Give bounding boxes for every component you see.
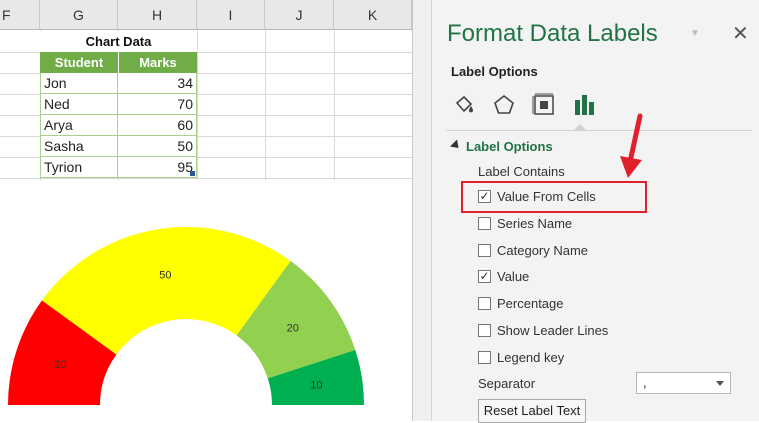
marks-cell[interactable]: 70 (118, 94, 197, 115)
size-properties-icon[interactable] (529, 90, 559, 120)
table-resize-handle[interactable] (190, 171, 195, 176)
label-contains-heading: Label Contains (478, 164, 565, 179)
table-header-marks[interactable]: Marks (118, 52, 197, 73)
checkbox[interactable] (478, 296, 491, 310)
column-header-k[interactable]: K (334, 0, 412, 30)
pane-title: Format Data Labels (447, 20, 658, 47)
effects-icon[interactable] (489, 90, 519, 120)
column-header-label: F (2, 6, 11, 23)
column-header-label: G (73, 6, 84, 23)
table-row: Tyrion 95 (40, 157, 197, 178)
data-label[interactable]: 50 (159, 270, 171, 282)
checkbox-value[interactable]: ✓ Value (478, 266, 529, 286)
student-cell[interactable]: Sasha (40, 136, 118, 157)
student-cell[interactable]: Tyrion (40, 157, 118, 178)
checkbox[interactable] (478, 216, 491, 230)
checkbox-label: Series Name (497, 215, 573, 231)
table-row: Jon 34 (40, 73, 197, 94)
marks-cell[interactable]: 95 (118, 157, 197, 178)
pane-splitter[interactable] (412, 0, 432, 421)
checkbox[interactable]: ✓ (478, 269, 491, 283)
checkbox[interactable] (478, 350, 491, 364)
checkbox-show-leader-lines[interactable]: Show Leader Lines (478, 320, 608, 340)
column-header-j[interactable]: J (265, 0, 334, 30)
checkbox-legend-key[interactable]: Legend key (478, 347, 564, 367)
data-label[interactable]: 20 (287, 322, 299, 334)
marks-cell[interactable]: 60 (118, 115, 197, 136)
checkbox-label: Show Leader Lines (497, 322, 609, 338)
gridline (0, 178, 412, 179)
column-header-i[interactable]: I (197, 0, 265, 30)
checkbox-category-name[interactable]: Category Name (478, 240, 588, 260)
column-header-f[interactable]: F (0, 0, 40, 30)
tab-divider (446, 130, 752, 131)
data-label[interactable]: 20 (54, 359, 66, 371)
column-header-h[interactable]: H (118, 0, 197, 30)
collapse-triangle-icon[interactable] (449, 139, 463, 152)
label-options-tab[interactable]: Label Options (451, 64, 538, 79)
student-cell[interactable]: Ned (40, 94, 118, 115)
chevron-down-icon (716, 381, 724, 386)
checkbox-label: Category Name (497, 242, 589, 258)
reset-label-text-button[interactable]: Reset Label Text (478, 399, 586, 423)
student-cell[interactable]: Arya (40, 115, 118, 136)
column-header-g[interactable]: G (40, 0, 118, 30)
column-header-label: I (228, 6, 233, 23)
label-options-chart-icon[interactable] (570, 90, 600, 120)
column-header-label: J (295, 6, 303, 23)
marks-cell[interactable]: 50 (118, 136, 197, 157)
column-header-label: H (151, 6, 163, 23)
checkbox-series-name[interactable]: Series Name (478, 213, 572, 233)
checkbox-label: Percentage (497, 295, 564, 311)
task-pane-options-icon[interactable]: ▼ (690, 28, 700, 39)
checkbox-percentage[interactable]: Percentage (478, 293, 564, 313)
table-header-student[interactable]: Student (40, 52, 118, 73)
table-row: Arya 60 (40, 115, 197, 136)
fill-line-icon[interactable] (449, 90, 479, 120)
checkbox[interactable] (478, 323, 491, 337)
highlight-box (461, 181, 647, 213)
column-header-label: K (367, 6, 378, 23)
label-options-section-header[interactable]: Label Options (466, 139, 553, 154)
checkbox[interactable] (478, 243, 491, 257)
table-row: Ned 70 (40, 94, 197, 115)
separator-label: Separator (478, 376, 536, 391)
marks-cell[interactable]: 34 (118, 73, 197, 94)
table-title[interactable]: Chart Data (40, 31, 197, 52)
table-row: Sasha 50 (40, 136, 197, 157)
checkbox-label: Legend key (497, 349, 565, 365)
active-tab-indicator (574, 124, 586, 130)
section-title: Label Options (466, 139, 553, 154)
data-label[interactable]: 10 (310, 379, 322, 391)
spreadsheet-area: F G H I J K Chart Data Student Marks Jon… (0, 0, 412, 421)
checkbox-label: Value (497, 268, 530, 284)
gauge-chart[interactable]: 20 50 20 10 (0, 180, 412, 421)
separator-value: , (643, 375, 647, 390)
red-arrow-annotation (620, 113, 643, 178)
close-icon[interactable]: ✕ (732, 21, 749, 46)
separator-dropdown[interactable]: , (636, 372, 731, 394)
student-cell[interactable]: Jon (40, 73, 118, 94)
